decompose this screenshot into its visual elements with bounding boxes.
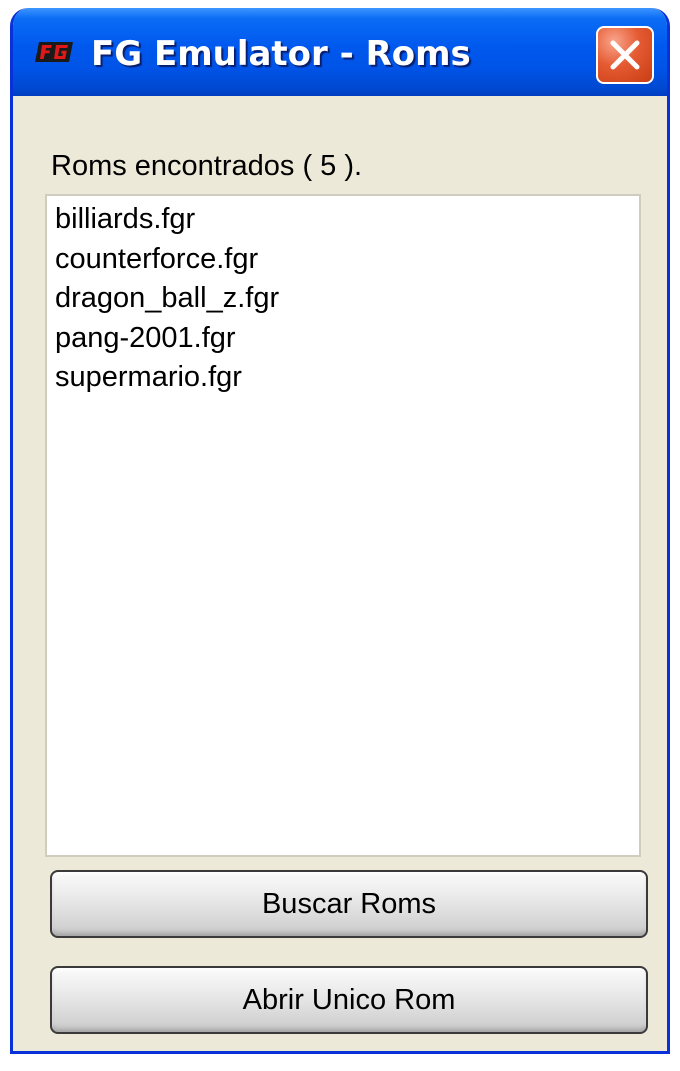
window-title: FG Emulator - Roms bbox=[91, 34, 471, 74]
roms-listbox[interactable]: billiards.fgr counterforce.fgr dragon_ba… bbox=[45, 194, 641, 857]
close-button[interactable] bbox=[596, 26, 654, 84]
title-bar[interactable]: FG Emulator - Roms bbox=[13, 8, 667, 96]
fg-emulator-logo-icon bbox=[33, 40, 75, 64]
list-item[interactable]: billiards.fgr bbox=[47, 200, 639, 240]
close-icon bbox=[610, 40, 640, 70]
list-item[interactable]: pang-2001.fgr bbox=[47, 319, 639, 359]
list-item[interactable]: supermario.fgr bbox=[47, 358, 639, 398]
list-item[interactable]: dragon_ball_z.fgr bbox=[47, 279, 639, 319]
list-item[interactable]: counterforce.fgr bbox=[47, 240, 639, 280]
roms-found-label: Roms encontrados ( 5 ). bbox=[51, 150, 363, 182]
open-single-rom-button[interactable]: Abrir Unico Rom bbox=[50, 966, 648, 1034]
search-roms-button[interactable]: Buscar Roms bbox=[50, 870, 648, 938]
roms-window: FG Emulator - Roms Roms encontrados ( 5 … bbox=[10, 8, 670, 1054]
